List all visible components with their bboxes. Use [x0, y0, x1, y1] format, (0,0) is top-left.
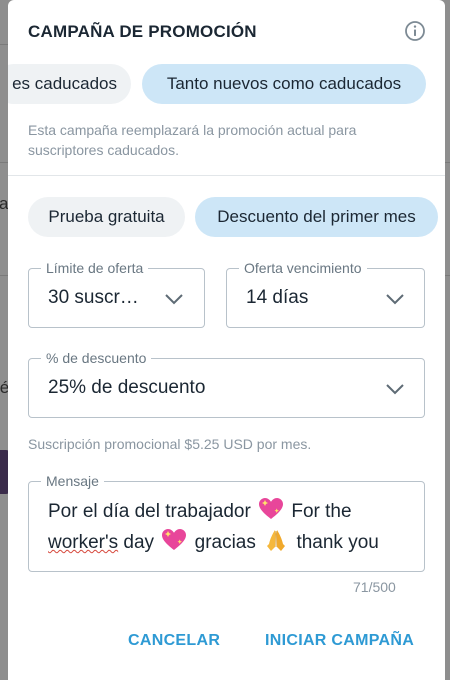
message-segment: day — [123, 532, 155, 553]
background-divider — [0, 275, 8, 276]
offer-expiry-value: 14 días — [246, 287, 309, 308]
message-segment: thank you — [296, 532, 379, 553]
discount-percent-value: 25% de descuento — [48, 377, 206, 398]
background-divider — [0, 162, 8, 163]
chevron-down-icon — [386, 384, 404, 395]
offer-limit-value: 30 suscr… — [48, 287, 139, 308]
offer-expiry-select[interactable]: Oferta vencimiento 14 días — [226, 259, 425, 328]
info-icon[interactable] — [404, 20, 426, 42]
promo-chip-first-month-discount[interactable]: Descuento del primer mes — [195, 197, 438, 237]
message-textarea[interactable]: Mensaje Por el día del trabajador For th… — [28, 472, 425, 572]
discount-percent-select[interactable]: % de descuento 25% de descuento — [28, 349, 425, 418]
audience-help-text: Esta campaña reemplazará la promoción ac… — [28, 122, 357, 158]
section-divider — [8, 175, 445, 176]
promo-chip-free-trial[interactable]: Prueba gratuita — [28, 197, 185, 237]
discount-percent-label: % de descuento — [41, 349, 152, 367]
chevron-down-icon — [165, 294, 183, 305]
promotion-campaign-dialog: CAMPAÑA DE PROMOCIÓN es caducados Tanto … — [8, 0, 445, 680]
offer-expiry-label: Oferta vencimiento — [239, 259, 367, 277]
background-divider — [445, 275, 450, 276]
misspelled-word: worker's — [48, 532, 119, 553]
background-divider — [445, 162, 450, 163]
audience-chip-label: es caducados — [12, 74, 117, 93]
chevron-down-icon — [386, 294, 404, 305]
audience-chip-expired-only[interactable]: es caducados — [8, 64, 131, 104]
start-campaign-button[interactable]: INICIAR CAMPAÑA — [265, 632, 414, 650]
background-divider — [0, 44, 8, 45]
message-segment: For the — [291, 501, 352, 522]
price-note: Suscripción promocional $5.25 USD por me… — [28, 436, 312, 452]
promo-chip-label: Prueba gratuita — [48, 207, 165, 226]
audience-chip-label: Tanto nuevos como caducados — [166, 74, 402, 93]
audience-chip-new-and-expired[interactable]: Tanto nuevos como caducados — [142, 64, 426, 104]
folded-hands-icon — [267, 530, 286, 551]
sparkling-heart-icon — [259, 498, 284, 519]
offer-limit-label: Límite de oferta — [41, 259, 149, 277]
message-label: Mensaje — [41, 472, 104, 490]
character-counter: 71/500 — [353, 579, 396, 595]
promo-chip-label: Descuento del primer mes — [217, 207, 416, 226]
dialog-title: CAMPAÑA DE PROMOCIÓN — [28, 22, 257, 41]
offer-limit-select[interactable]: Límite de oferta 30 suscr… — [28, 259, 205, 328]
message-text: Por el día del trabajador For the worker… — [48, 496, 398, 558]
sparkling-heart-icon — [162, 529, 187, 550]
message-segment: Por el día del trabajador — [48, 501, 251, 522]
message-segment: gracias — [194, 532, 256, 553]
cancel-button[interactable]: CANCELAR — [128, 632, 220, 650]
